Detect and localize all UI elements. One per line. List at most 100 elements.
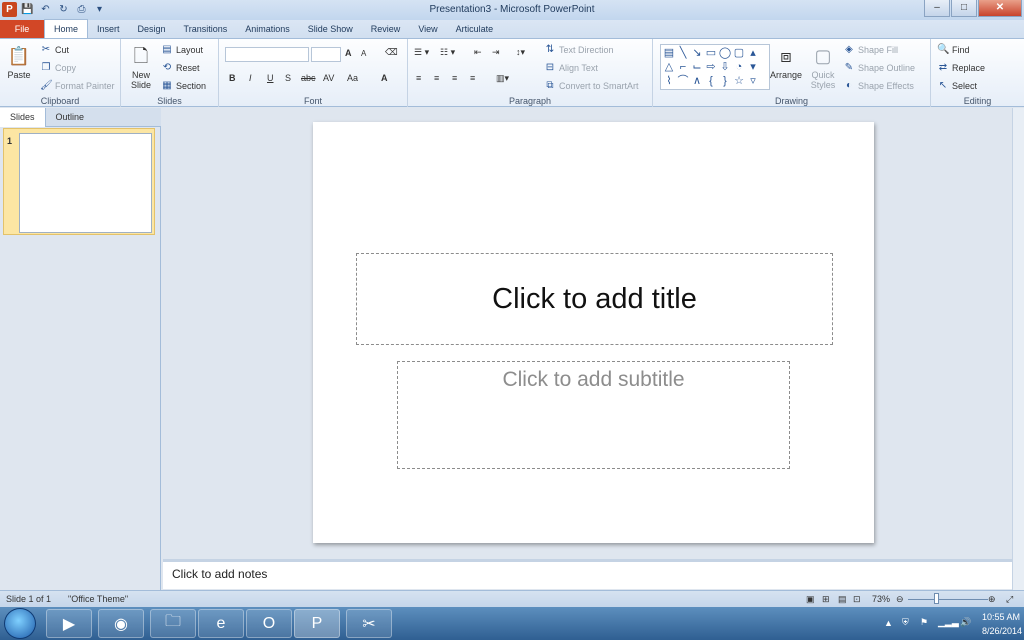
zoom-in-icon[interactable]: ⊕ (988, 594, 996, 605)
volume-icon[interactable]: 🔊 (960, 617, 971, 628)
line-shape-icon[interactable]: ╲ (676, 46, 690, 60)
align-right-icon[interactable]: ≡ (452, 73, 457, 83)
italic-button[interactable]: I (249, 73, 252, 83)
decrease-indent-icon[interactable]: ⇤ (474, 47, 482, 58)
select-button[interactable]: ↖ Select (937, 80, 977, 92)
slide-sorter-icon[interactable]: ⊞ (822, 594, 830, 605)
align-center-icon[interactable]: ≡ (434, 73, 439, 83)
minimize-button[interactable]: – (924, 0, 950, 17)
show-hidden-icons-icon[interactable]: ▲ (884, 618, 893, 628)
format-painter-button[interactable]: 🖌 Format Painter (40, 80, 115, 92)
line-spacing-icon[interactable]: ↕▾ (516, 47, 525, 58)
paste-button[interactable]: 📋 Paste (4, 42, 34, 80)
arrow-line-shape-icon[interactable]: ↘ (690, 46, 704, 60)
normal-view-icon[interactable]: ▣ (806, 594, 815, 605)
change-case-button[interactable]: Aa (347, 73, 358, 83)
shape-outline-button[interactable]: ✎ Shape Outline (843, 62, 915, 74)
down-arrow-shape-icon[interactable]: ⇩ (718, 60, 732, 74)
replace-button[interactable]: ⇄ Replace (937, 62, 985, 74)
outlook-icon[interactable]: O (246, 609, 292, 638)
brace-right-shape-icon[interactable]: } (718, 74, 732, 88)
security-icon[interactable]: ⛨ (902, 617, 909, 628)
chrome-icon[interactable]: ◉ (98, 609, 144, 638)
section-button[interactable]: ▦ Section (161, 80, 206, 92)
clock-time[interactable]: 10:55 AM (982, 612, 1020, 622)
shadow-button[interactable]: S (285, 73, 291, 83)
new-slide-button[interactable]: 🗋 New Slide (125, 42, 157, 90)
scroll-shapes-icon[interactable]: ▾ (746, 60, 760, 74)
zoom-level[interactable]: 73% (872, 594, 890, 604)
rectangle-shape-icon[interactable]: ▭ (704, 46, 718, 60)
clock-date[interactable]: 8/26/2014 (982, 626, 1022, 636)
font-name-box[interactable] (225, 47, 309, 62)
numbering-icon[interactable]: ☷ ▾ (440, 47, 455, 58)
brace-left-shape-icon[interactable]: { (704, 74, 718, 88)
tab-slide-show[interactable]: Slide Show (299, 20, 362, 38)
shapes-gallery[interactable]: ▤ ╲ ↘ ▭ ◯ ▢ ▴ △ ⌐ ⌙ ⇨ ⇩ ◔ ▾ ⌇ ⌒ ∧{} ☆ ▿ (660, 44, 770, 90)
tab-insert[interactable]: Insert (88, 20, 129, 38)
bold-button[interactable]: B (229, 73, 236, 83)
file-explorer-icon[interactable]: 🗀 (150, 609, 196, 638)
shape-effects-button[interactable]: ◐ Shape Effects (843, 80, 914, 92)
text-direction-button[interactable]: ⇅ Text Direction (544, 44, 614, 56)
shrink-font-button[interactable]: A (361, 49, 366, 58)
quick-styles-button[interactable]: ▢ Quick Styles (805, 42, 841, 90)
slideshow-view-icon[interactable]: ⊡ (853, 594, 861, 605)
wave-shape-icon[interactable]: ∧ (690, 74, 704, 88)
reading-view-icon[interactable]: ▤ (838, 594, 847, 605)
zoom-slider-track[interactable] (908, 599, 988, 600)
restore-button[interactable]: □ (951, 0, 977, 17)
shape-fill-button[interactable]: ◈ Shape Fill (843, 44, 898, 56)
justify-icon[interactable]: ≡ (470, 73, 475, 83)
triangle-shape-icon[interactable]: △ (662, 60, 676, 74)
cut-button[interactable]: ✂ Cut (40, 44, 69, 56)
columns-icon[interactable]: ▥▾ (496, 73, 509, 84)
convert-smartart-button[interactable]: ⧉ Convert to SmartArt (544, 80, 638, 92)
font-size-box[interactable] (311, 47, 341, 62)
tab-home[interactable]: Home (44, 19, 89, 38)
right-arrow-shape-icon[interactable]: ⇨ (704, 60, 718, 74)
powerpoint-taskbar-icon[interactable]: P (294, 609, 340, 638)
reset-button[interactable]: ⟲ Reset (161, 62, 200, 74)
rounded-rect-shape-icon[interactable]: ▢ (732, 46, 746, 60)
tab-articulate[interactable]: Articulate (447, 20, 503, 38)
callout-shape-icon[interactable]: ◔ (732, 60, 746, 74)
font-color-button[interactable]: A (381, 73, 388, 83)
tab-design[interactable]: Design (129, 20, 175, 38)
tab-animations[interactable]: Animations (236, 20, 299, 38)
zoom-slider-thumb[interactable] (934, 593, 939, 604)
slide-thumbnail[interactable] (19, 133, 152, 233)
media-player-icon[interactable]: ▶ (46, 609, 92, 638)
char-spacing-button[interactable]: AV (323, 73, 334, 83)
align-text-button[interactable]: ⊟ Align Text (544, 62, 598, 74)
tab-review[interactable]: Review (362, 20, 410, 38)
tab-slides[interactable]: Slides (0, 108, 46, 127)
grow-font-button[interactable]: A (345, 48, 352, 58)
vertical-scrollbar[interactable] (1012, 108, 1024, 590)
increase-indent-icon[interactable]: ⇥ (492, 47, 500, 58)
network-icon[interactable]: ▁▂▃ (938, 617, 959, 628)
strikethrough-button[interactable]: abc (301, 73, 316, 83)
snipping-tool-icon[interactable]: ✂ (346, 609, 392, 638)
textbox-shape-icon[interactable]: ▤ (662, 46, 676, 60)
tab-view[interactable]: View (409, 20, 446, 38)
align-left-icon[interactable]: ≡ (416, 73, 421, 83)
expand-shapes-icon[interactable]: ▿ (746, 74, 760, 88)
tab-transitions[interactable]: Transitions (175, 20, 237, 38)
tab-outline[interactable]: Outline (46, 108, 95, 127)
fit-to-window-icon[interactable]: ⤢ (1006, 594, 1013, 605)
clear-format-icon[interactable]: ⌫ (385, 47, 398, 58)
bullets-icon[interactable]: ☰ ▾ (414, 47, 429, 58)
start-button[interactable] (4, 608, 36, 639)
action-center-flag-icon[interactable]: ⚑ (920, 617, 928, 628)
tab-file[interactable]: File (0, 20, 44, 38)
star-shape-icon[interactable]: ☆ (732, 74, 746, 88)
notes-pane[interactable]: Click to add notes (163, 559, 1012, 589)
zoom-out-icon[interactable]: ⊖ (896, 594, 904, 605)
copy-button[interactable]: ❐ Copy (40, 62, 77, 74)
oval-shape-icon[interactable]: ◯ (718, 46, 732, 60)
close-button[interactable]: ✕ (978, 0, 1022, 17)
connector-shape-icon[interactable]: ⌙ (690, 60, 704, 74)
curve-shape-icon[interactable]: ⌒ (676, 74, 690, 88)
theme-name[interactable]: "Office Theme" (68, 594, 128, 604)
